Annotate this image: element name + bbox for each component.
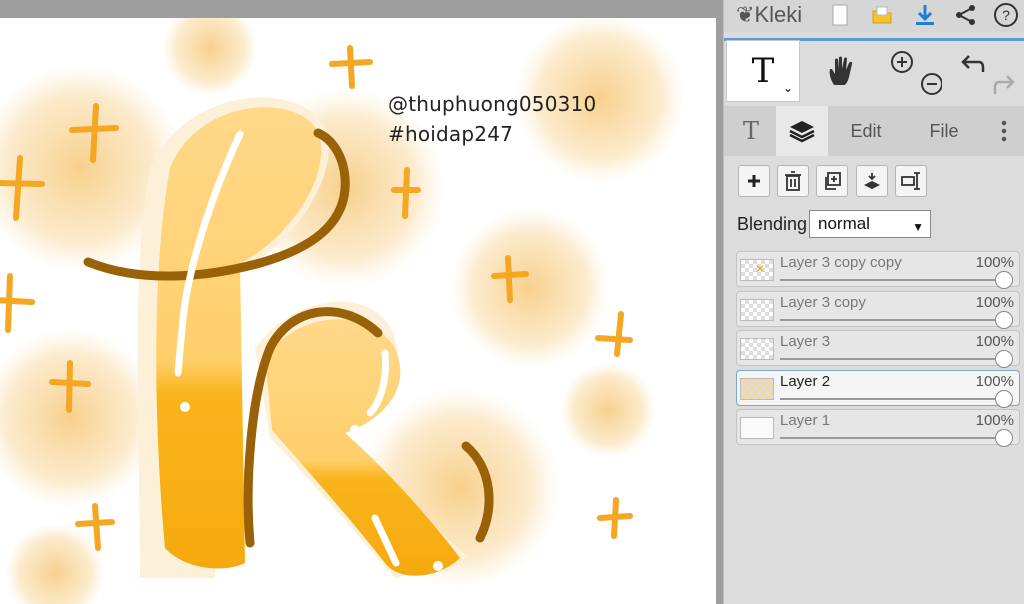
side-panel: ❦Kleki ? T ⌄ T Edit File Blending normal… — [723, 0, 1024, 604]
download-icon[interactable] — [907, 0, 943, 30]
rename-layer-button[interactable] — [895, 165, 927, 197]
layer-thumbnail — [740, 338, 774, 360]
artwork-tag-text: #hoidap247 — [388, 122, 514, 146]
svg-text:?: ? — [1002, 7, 1010, 23]
blending-value: normal — [818, 214, 870, 233]
zoom-in-out-icon — [891, 51, 942, 95]
share-icon[interactable] — [948, 0, 984, 30]
layer-thumbnail — [740, 417, 774, 439]
merge-down-icon — [864, 173, 880, 189]
artwork-drawing — [0, 18, 685, 604]
tab-layers[interactable] — [776, 106, 828, 156]
layer-thumbnail — [740, 378, 774, 400]
canvas-area[interactable]: @thuphuong050310 #hoidap247 — [0, 0, 720, 604]
opacity-slider-handle[interactable] — [995, 350, 1013, 368]
layer-name: Layer 3 copy — [780, 294, 866, 311]
tool-row: T ⌄ — [724, 40, 1024, 102]
app-logo[interactable]: ❦Kleki — [736, 2, 802, 28]
layer-opacity: 100% — [975, 254, 1014, 271]
chevron-down-icon: ⌄ — [782, 81, 793, 95]
zoom-buttons[interactable] — [884, 40, 944, 102]
panel-tabs: T Edit File — [724, 106, 1024, 156]
layer-thumbnail — [740, 299, 774, 321]
app-name: Kleki — [754, 2, 803, 27]
layer-opacity: 100% — [975, 373, 1014, 390]
tab-edit[interactable]: Edit — [836, 106, 896, 156]
layer-name: Layer 2 — [780, 373, 831, 390]
layer-item[interactable]: Layer 1 100% — [736, 409, 1020, 447]
artwork-credit-text: @thuphuong050310 — [388, 92, 597, 116]
tab-text[interactable]: T — [728, 106, 774, 156]
layer-item[interactable]: Layer 3 copy 100% — [736, 291, 1020, 329]
undo-redo-buttons[interactable] — [956, 40, 1022, 102]
layer-item-active[interactable]: Layer 2 100% — [736, 370, 1020, 408]
plus-icon — [748, 175, 760, 187]
opacity-slider-handle[interactable] — [995, 271, 1013, 289]
help-icon[interactable]: ? — [988, 0, 1024, 30]
duplicate-icon — [825, 172, 841, 190]
hand-tool-button[interactable] — [806, 40, 876, 102]
hand-icon — [829, 56, 853, 85]
layer-name: Layer 1 — [780, 412, 831, 429]
kleki-logo-icon: ❦ — [736, 2, 755, 27]
layer-opacity: 100% — [975, 412, 1014, 429]
merge-layer-button[interactable] — [856, 165, 888, 197]
blending-label: Blending — [737, 214, 808, 234]
artwork-canvas[interactable]: @thuphuong050310 #hoidap247 — [0, 18, 716, 604]
more-menu-icon[interactable] — [986, 106, 1022, 156]
opacity-slider-track — [780, 279, 1003, 281]
tab-file[interactable]: File — [914, 106, 974, 156]
layers-icon — [789, 121, 815, 143]
rename-icon — [901, 172, 920, 190]
duplicate-layer-button[interactable] — [816, 165, 848, 197]
text-tool-icon: T — [751, 51, 775, 91]
chevron-down-icon: ▼ — [912, 220, 924, 234]
opacity-slider-track — [780, 398, 1003, 400]
top-bar: ❦Kleki ? — [724, 0, 1024, 32]
text-tool-button[interactable]: T ⌄ — [726, 40, 800, 102]
layer-item[interactable]: Layer 3 100% — [736, 330, 1020, 368]
undo-redo-icon — [961, 55, 1015, 94]
opacity-slider-track — [780, 319, 1003, 321]
opacity-slider-handle[interactable] — [995, 429, 1013, 447]
delete-layer-button[interactable] — [777, 165, 809, 197]
new-image-icon[interactable] — [822, 0, 858, 30]
layer-thumbnail: ✕ — [740, 259, 774, 281]
layer-item[interactable]: ✕ Layer 3 copy copy 100% — [736, 251, 1020, 289]
blending-select[interactable]: normal ▼ — [809, 210, 931, 238]
opacity-slider-track — [780, 358, 1003, 360]
layer-opacity: 100% — [975, 294, 1014, 311]
trash-icon — [785, 171, 801, 191]
layer-opacity: 100% — [975, 333, 1014, 350]
layer-name: Layer 3 — [780, 333, 831, 350]
opacity-slider-handle[interactable] — [995, 311, 1013, 329]
open-folder-icon[interactable] — [864, 0, 900, 30]
layer-name: Layer 3 copy copy — [780, 254, 902, 271]
opacity-slider-track — [780, 437, 1003, 439]
opacity-slider-handle[interactable] — [995, 390, 1013, 408]
add-layer-button[interactable] — [738, 165, 770, 197]
